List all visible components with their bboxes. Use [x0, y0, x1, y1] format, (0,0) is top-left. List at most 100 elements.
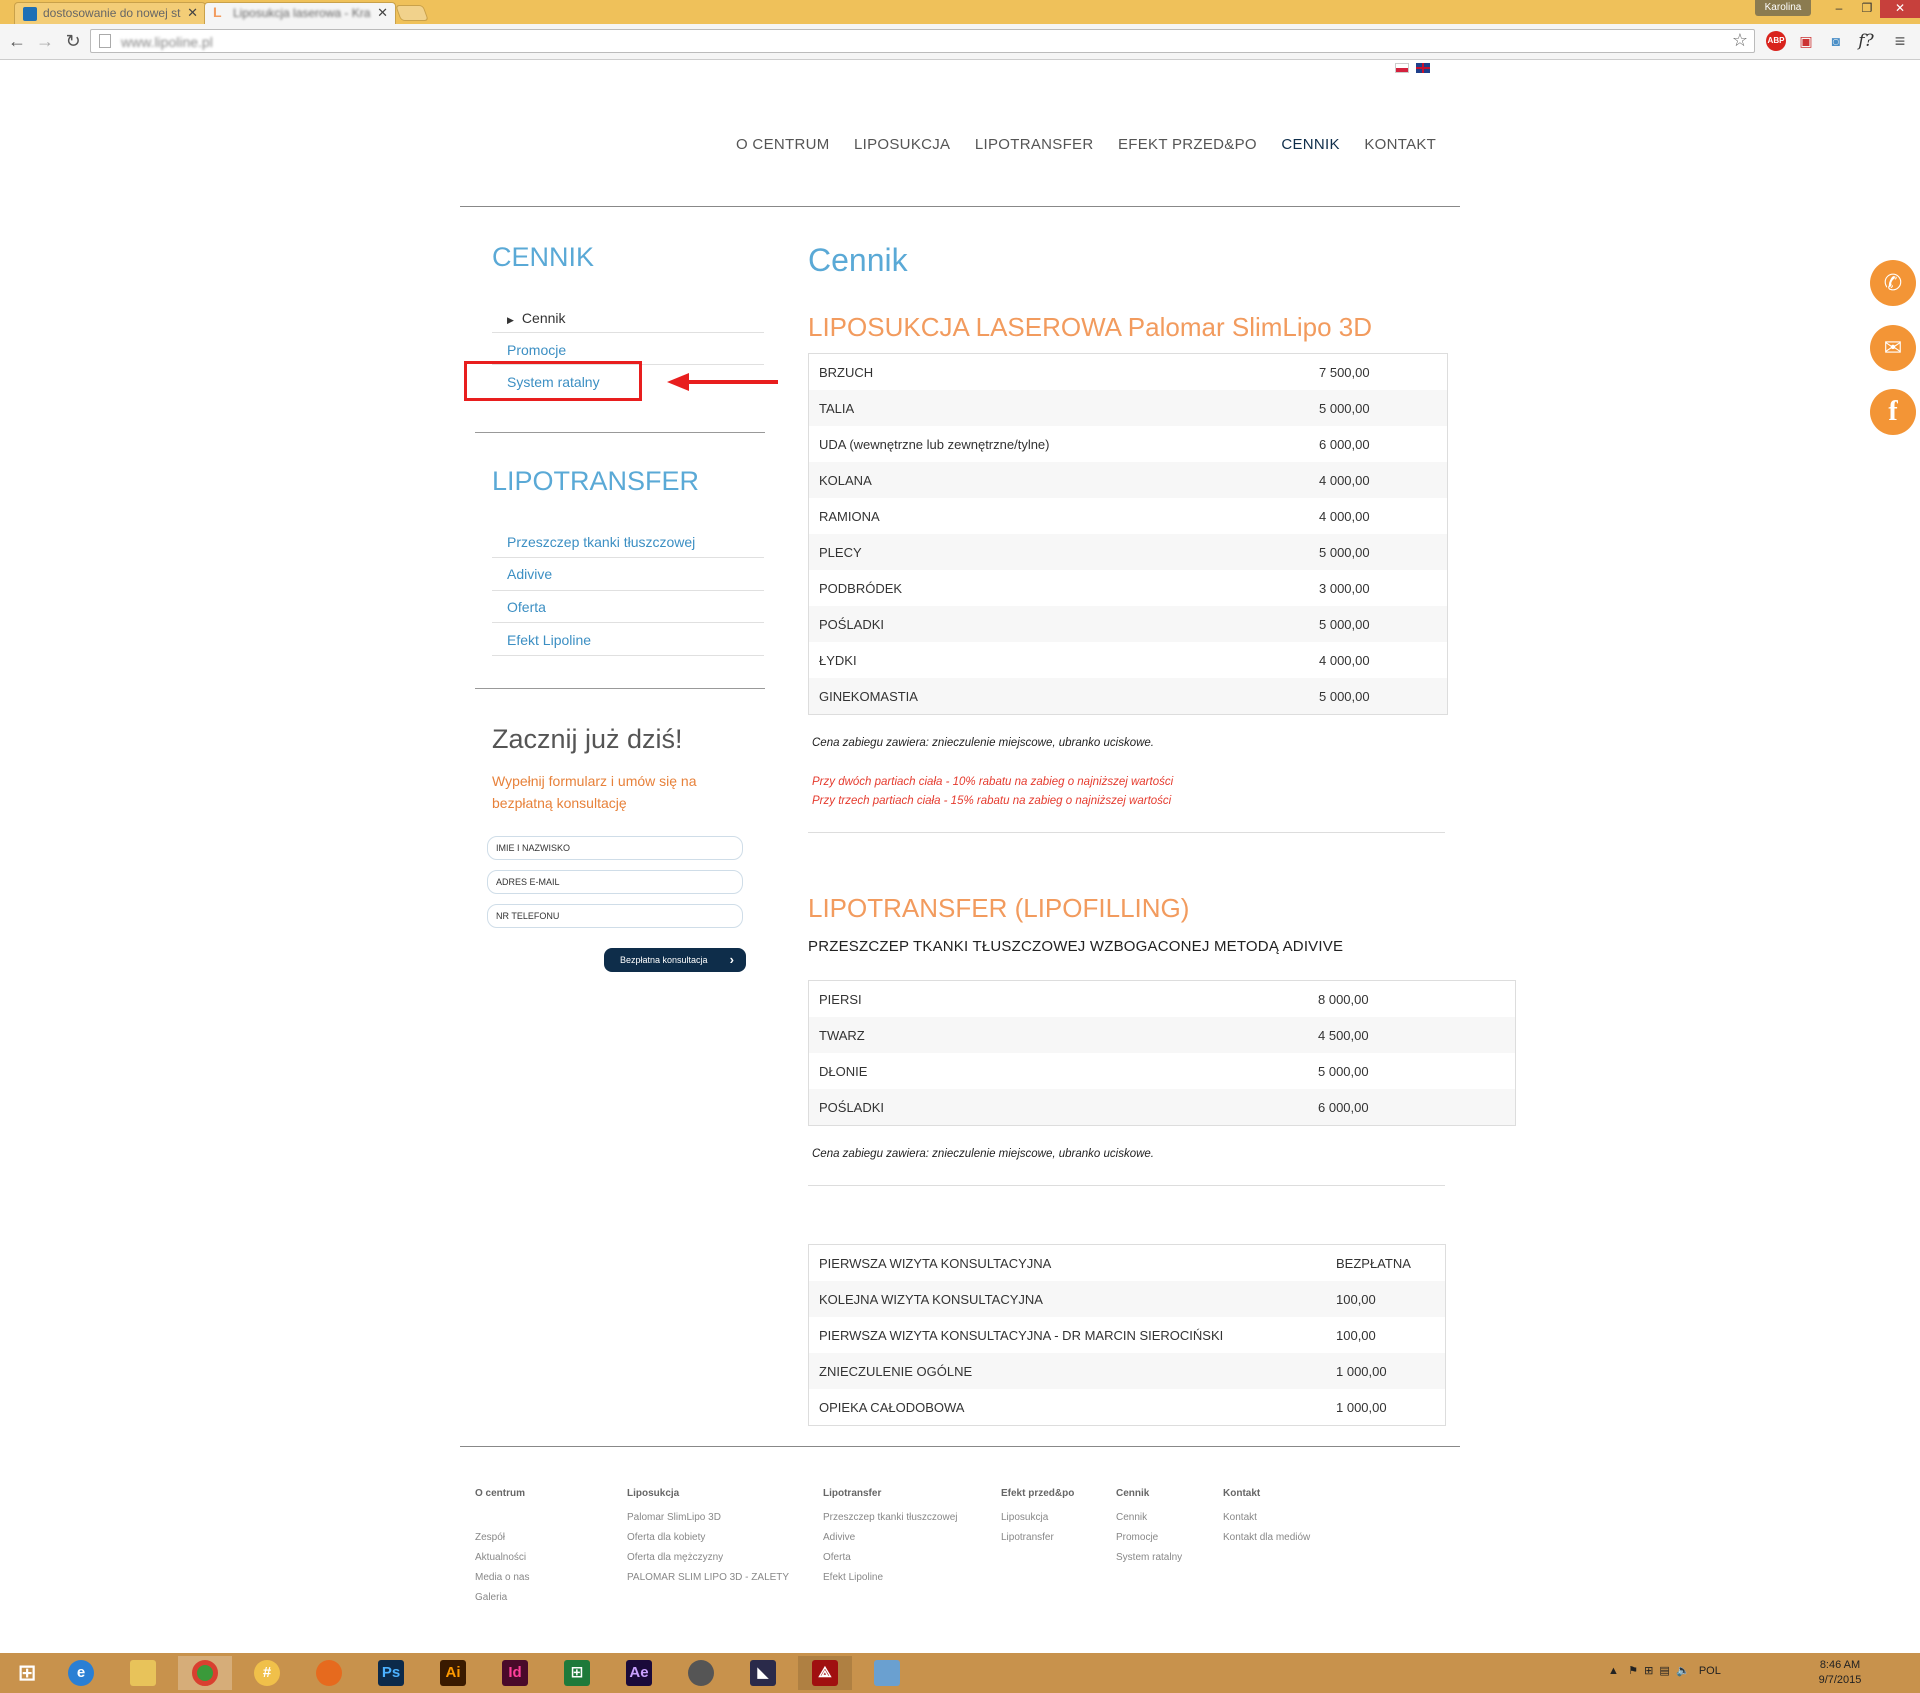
footer-link[interactable]: Palomar SlimLipo 3D	[627, 1508, 789, 1528]
chrome-icon[interactable]	[178, 1656, 232, 1690]
mail-icon[interactable]: ✉	[1870, 325, 1916, 371]
price-table-konsultacje: PIERWSZA WIZYTA KONSULTACYJNA BEZPŁATNA KO…	[808, 1244, 1446, 1426]
browser-tab[interactable]: dostosowanie do nowej st ✕	[14, 2, 206, 24]
illustrator-icon[interactable]: Ai	[426, 1656, 480, 1690]
nav-item-efekt[interactable]: EFEKT PRZED&PO	[1118, 136, 1257, 153]
back-arrow-icon[interactable]: ←	[6, 30, 28, 52]
volume-icon[interactable]: 🔈	[1676, 1665, 1690, 1677]
footer-link[interactable]: PALOMAR SLIM LIPO 3D - ZALETY	[627, 1568, 789, 1588]
phone-icon[interactable]: ✆	[1870, 260, 1916, 306]
sidebar-item-efekt-lipoline[interactable]: Efekt Lipoline	[507, 632, 591, 648]
footer-link[interactable]: Kontakt	[1223, 1508, 1310, 1528]
windows-start-icon[interactable]: ⊞	[0, 1656, 54, 1690]
evernote-icon[interactable]	[674, 1656, 728, 1690]
premiere-icon[interactable]: ◣	[736, 1656, 790, 1690]
footer-heading[interactable]: Kontakt	[1223, 1484, 1310, 1504]
tray-expand-icon[interactable]: ▲	[1608, 1665, 1619, 1677]
forward-arrow-icon[interactable]: →	[34, 30, 56, 52]
facebook-icon[interactable]: f	[1870, 389, 1916, 435]
sidebar-item-cennik-active[interactable]: ▶ Cennik	[507, 310, 566, 326]
sidebar-item-adivive[interactable]: Adivive	[507, 566, 552, 582]
footer-heading[interactable]: O centrum	[475, 1484, 529, 1504]
footer-heading[interactable]: Efekt przed&po	[1001, 1484, 1074, 1504]
footer-link[interactable]: System ratalny	[1116, 1548, 1182, 1568]
footer-column: Liposukcja Palomar SlimLipo 3D Oferta dla …	[627, 1484, 789, 1588]
footer-link[interactable]: Adivive	[823, 1528, 958, 1548]
footer-link[interactable]: Media o nas	[475, 1568, 529, 1588]
table-row: ZNIECZULENIE OGÓLNE 1 000,00	[809, 1353, 1445, 1389]
treatment-name: BRZUCH	[819, 365, 874, 380]
sidebar-item-przeszczep[interactable]: Przeszczep tkanki tłuszczowej	[507, 534, 695, 550]
translate-extension-icon[interactable]: ▣	[1796, 31, 1816, 51]
photoshop-icon[interactable]: Ps	[364, 1656, 418, 1690]
footer-link[interactable]: Cennik	[1116, 1508, 1182, 1528]
footer-heading[interactable]: Liposukcja	[627, 1484, 789, 1504]
name-field[interactable]: IMIE I NAZWISKO	[487, 836, 743, 860]
reload-icon[interactable]: ↻	[62, 30, 84, 52]
divider	[492, 655, 764, 656]
photos-icon[interactable]	[860, 1656, 914, 1690]
profile-badge[interactable]: Karolina	[1755, 0, 1811, 16]
after-effects-icon[interactable]: Ae	[612, 1656, 666, 1690]
firefox-icon[interactable]	[302, 1656, 356, 1690]
footer-heading[interactable]: Lipotransfer	[823, 1484, 958, 1504]
footer-link[interactable]: Liposukcja	[1001, 1508, 1074, 1528]
restore-icon[interactable]: ❐	[1852, 0, 1882, 18]
close-window-icon[interactable]: ✕	[1880, 0, 1920, 18]
footer-link[interactable]: Oferta dla mężczyzny	[627, 1548, 789, 1568]
acrobat-icon[interactable]: ⟁	[798, 1656, 852, 1690]
font-finder-icon[interactable]: f?	[1856, 31, 1876, 51]
browser-tab-active[interactable]: L Liposukcja laserowa - Kra ✕	[204, 2, 396, 24]
footer-link[interactable]: Aktualności	[475, 1548, 529, 1568]
footer-link[interactable]: Oferta	[823, 1548, 958, 1568]
menu-icon[interactable]: ≡	[1890, 31, 1910, 51]
adblock-icon[interactable]: ABP	[1766, 31, 1786, 51]
sidebar-item-oferta[interactable]: Oferta	[507, 599, 546, 615]
footer-link[interactable]: Zespół	[475, 1528, 529, 1548]
email-field[interactable]: ADRES E-MAIL	[487, 870, 743, 894]
footer-link[interactable]: Oferta dla kobiety	[627, 1528, 789, 1548]
network-icon[interactable]: ▤	[1659, 1665, 1669, 1677]
action-center-flag-icon[interactable]: ⚑	[1628, 1665, 1638, 1677]
clock[interactable]: 8:46 AM 9/7/2015	[1800, 1658, 1880, 1688]
nav-item-kontakt[interactable]: KONTAKT	[1364, 136, 1436, 153]
tab-title: Liposukcja laserowa - Kra	[233, 6, 371, 20]
footer-link[interactable]: Efekt Lipoline	[823, 1568, 958, 1588]
new-tab-button[interactable]	[395, 5, 429, 21]
nav-item-lipotransfer[interactable]: LIPOTRANSFER	[975, 136, 1094, 153]
close-tab-icon[interactable]: ✕	[187, 5, 198, 21]
price-table-liposukcja: BRZUCH 7 500,00 TALIA 5 000,00 UDA (wewnętrz…	[808, 353, 1448, 715]
treatment-name: PLECY	[819, 545, 862, 560]
sidebar-item-promocje[interactable]: Promocje	[507, 342, 566, 358]
nav-item-liposukcja[interactable]: LIPOSUKCJA	[854, 136, 950, 153]
close-tab-icon[interactable]: ✕	[377, 5, 388, 21]
minimize-icon[interactable]: –	[1824, 0, 1854, 18]
internet-explorer-icon[interactable]: e	[54, 1656, 108, 1690]
free-consultation-button[interactable]: Bezpłatna konsultacja ›	[604, 948, 746, 972]
file-explorer-icon[interactable]	[116, 1656, 170, 1690]
footer-link[interactable]: Promocje	[1116, 1528, 1182, 1548]
section-title-lipotransfer: LIPOTRANSFER (LIPOFILLING)	[808, 893, 1190, 923]
polish-flag-icon[interactable]	[1395, 63, 1409, 73]
excel-icon[interactable]: ⊞	[550, 1656, 604, 1690]
treatment-price: 5 000,00	[1319, 545, 1370, 560]
windows-icon[interactable]: ⊞	[1644, 1665, 1653, 1677]
table-row: PIERWSZA WIZYTA KONSULTACYJNA - DR MARCI…	[809, 1317, 1445, 1353]
nav-item-cennik[interactable]: CENNIK	[1281, 136, 1339, 153]
table-row: DŁONIE 5 000,00	[809, 1053, 1515, 1089]
slack-icon[interactable]: #	[240, 1656, 294, 1690]
nav-item-o-centrum[interactable]: O CENTRUM	[736, 136, 830, 153]
indesign-icon[interactable]: Id	[488, 1656, 542, 1690]
footer-link[interactable]: Kontakt dla mediów	[1223, 1528, 1310, 1548]
footer-link[interactable]: Lipotransfer	[1001, 1528, 1074, 1548]
phone-field[interactable]: NR TELEFONU	[487, 904, 743, 928]
bookmark-star-icon[interactable]: ☆	[1732, 30, 1748, 51]
uk-flag-icon[interactable]	[1416, 63, 1431, 73]
camera-icon[interactable]: ◙	[1826, 31, 1846, 51]
input-language[interactable]: POL	[1699, 1665, 1721, 1677]
address-bar[interactable]: www.lipoline.pl ☆	[90, 29, 1755, 53]
footer-link[interactable]: Galeria	[475, 1588, 529, 1608]
footer-link[interactable]: Przeszczep tkanki tłuszczowej	[823, 1508, 958, 1528]
footer-heading[interactable]: Cennik	[1116, 1484, 1182, 1504]
footer-divider	[460, 1446, 1460, 1447]
